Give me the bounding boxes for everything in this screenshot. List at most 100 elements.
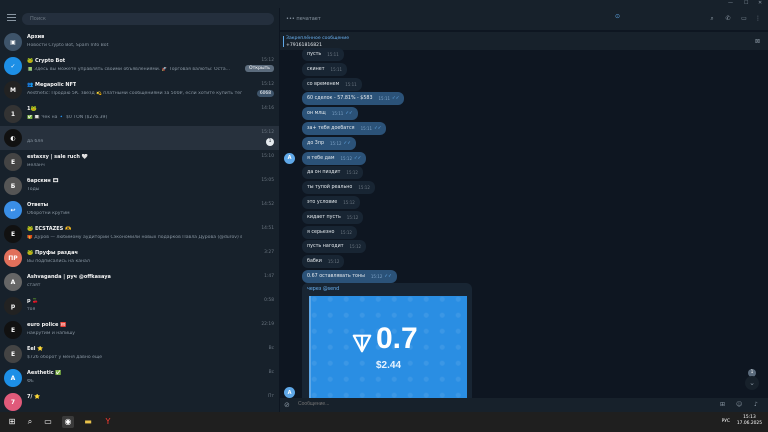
message-time: 15:12 xyxy=(349,244,362,250)
maximize-button[interactable]: ☐ xyxy=(744,0,748,6)
chat-time: 3:27 xyxy=(264,250,274,255)
message-bubble[interactable]: за+ тебя доебатся 15:11 ✓✓ xyxy=(302,122,387,135)
chat-avatar: ◐ xyxy=(4,129,22,147)
message-time: 15:11 xyxy=(331,111,344,117)
chat-list-item[interactable]: р р 🍒 тоя 0:58 xyxy=(0,294,279,318)
message-text: за+ тебя доебатся xyxy=(307,126,355,131)
chat-list-item[interactable]: Ббарскин 🎞 Тоды 15:05 xyxy=(0,174,279,198)
message-bubble[interactable]: кидает пусть 15:12 xyxy=(302,210,364,224)
chat-avatar: 7 xyxy=(4,393,22,411)
message-time: 15:12 xyxy=(370,274,383,279)
read-check-icon: ✓✓ xyxy=(392,96,400,102)
hamburger-menu-icon[interactable] xyxy=(7,14,16,22)
message-bubble[interactable]: я серьезно 15:12 xyxy=(302,225,357,239)
chat-time: 1:47 xyxy=(264,274,274,279)
message-bubble[interactable]: я тебе дам 15:12 ✓✓ xyxy=(302,151,367,165)
message-bubble[interactable]: до 3пр 15:12 ✓✓ xyxy=(302,136,356,150)
taskbar-clock[interactable]: 15:13 17.06.2025 xyxy=(737,415,762,427)
message-bubble[interactable]: 60 сделок - 57.81% - $583 15:11 ✓✓ xyxy=(302,92,405,106)
chat-name: 7/ ⭐ xyxy=(27,394,41,400)
sender-avatar[interactable]: A xyxy=(284,152,295,164)
windows-start-icon[interactable]: ⊞ xyxy=(6,416,18,428)
taskbar-search-icon[interactable]: ⌕ xyxy=(24,416,36,428)
sidebar-toggle-icon[interactable]: ▭ xyxy=(740,15,748,23)
chat-time: 15:12 xyxy=(261,58,274,63)
chat-avatar: 1 xyxy=(4,105,22,123)
check-image[interactable]: 0.7 $2.44 xyxy=(309,296,467,407)
message-bubble[interactable]: ты тупой реально 15:12 xyxy=(302,181,375,195)
search-input[interactable]: Поиск xyxy=(22,13,274,25)
chat-list-item[interactable]: ▣ Архив Новости Crypto Bot, Spam Info Bot xyxy=(0,30,279,54)
task-view-icon[interactable]: ▭ xyxy=(42,416,54,428)
chat-list-item[interactable]: 7 7/ ⭐ Пт xyxy=(0,390,279,412)
chat-avatar: ▣ xyxy=(4,33,22,51)
scroll-down-button[interactable]: ⌄ xyxy=(745,376,759,390)
gift-icon[interactable]: ⊞ xyxy=(720,401,725,408)
yandex-browser-icon[interactable]: Y xyxy=(102,416,114,428)
message-bubble[interactable]: да он пиздит 15:12 xyxy=(302,166,363,180)
chat-preview: Новости Crypto Bot, Spam Info Bot xyxy=(27,43,109,48)
chat-list-item[interactable]: Eestaxxy | sale ruch 🤍 меланч 15:10 xyxy=(0,150,279,174)
message-time: 15:12 xyxy=(340,229,352,235)
chat-time: 15:12 xyxy=(261,130,274,135)
message-time: 15:12 xyxy=(346,214,359,220)
message-bubble[interactable]: пусть 15:11 xyxy=(302,48,344,61)
message-text: бабки xyxy=(307,259,322,265)
message-bubble[interactable]: он млщ 15:11 ✓✓ xyxy=(302,107,358,121)
message-text: кидает пусть xyxy=(307,214,341,220)
message-bubble[interactable]: скинет 15:11 xyxy=(302,62,348,76)
message-time: 15:12 xyxy=(358,185,370,191)
message-text: он млщ xyxy=(307,111,326,117)
attach-icon[interactable]: ⊘ xyxy=(284,401,290,409)
clock-date: 17.06.2025 xyxy=(736,421,762,426)
chat-preview: Оборотни крутим xyxy=(27,211,70,216)
chat-preview: тоя xyxy=(27,307,36,312)
file-explorer-icon[interactable]: ▬ xyxy=(82,416,94,428)
crypto-check-card[interactable]: через @send 0.7 $2.44 xyxy=(302,283,472,407)
pinned-message[interactable]: Закреплённое сообщение +79161816821 ⊠ xyxy=(280,31,768,50)
chat-list-sidebar: Поиск ▣ Архив Новости Crypto Bot, Spam Inf… xyxy=(0,8,280,412)
language-indicator[interactable]: РУС xyxy=(722,419,730,424)
message-text: да он пиздит xyxy=(307,170,341,176)
message-bubble[interactable]: со временем 15:11 xyxy=(302,77,362,91)
chat-list-item[interactable]: M 👥 Megapolic NFT Aesthetic: Продаю 5К. зв… xyxy=(0,78,279,102)
sender-avatar[interactable]: A xyxy=(284,387,295,398)
read-check-icon: ✓✓ xyxy=(354,155,362,161)
chat-time: 14:51 xyxy=(261,226,274,231)
phone-icon[interactable]: ✆ xyxy=(724,15,732,23)
message-bubble[interactable]: пусть нагодит 15:12 xyxy=(302,240,367,254)
pinned-close-icon[interactable]: ⊠ xyxy=(755,38,760,45)
message-bubble[interactable]: это условие 15:12 xyxy=(302,196,360,209)
close-button[interactable]: ✕ xyxy=(758,0,762,6)
via-bot-label: через @send xyxy=(307,287,340,292)
chat-list-item[interactable]: E 🐸 ECSTAZES 🫶 🎁 Дуров — любимому аудитори… xyxy=(0,222,279,246)
chat-name: р 🍒 xyxy=(27,298,39,304)
chat-list-item[interactable]: ✓ 🐸 Crypto Bot 📗 Здесь вы можете управлять… xyxy=(0,54,279,78)
message-input[interactable] xyxy=(298,401,698,407)
chat-list-item[interactable]: A Aesthetic ✅ ФЕ Вс xyxy=(0,366,279,390)
message-text: пусть нагодит xyxy=(307,244,344,250)
chat-list-item[interactable]: ◐ да бля 15:12 1 xyxy=(0,126,279,150)
chat-name: Eel ⭐ xyxy=(27,346,44,352)
message-text: пусть xyxy=(307,52,322,57)
pinned-title: Закреплённое сообщение xyxy=(286,36,350,41)
search-icon[interactable]: ⌕ xyxy=(708,15,716,23)
chat-avatar: ↩ xyxy=(4,201,22,219)
open-bot-button[interactable]: Открыть xyxy=(245,65,274,72)
telegram-taskbar-icon[interactable]: ◉ xyxy=(62,416,74,428)
chat-list-item[interactable]: E Eel ⭐ $726 оборот у меня давно еще Вс xyxy=(0,342,279,366)
microphone-icon[interactable]: ♪ xyxy=(754,401,758,408)
chat-list-item[interactable]: Eeuro police 🆘 накрутим и напишу 22:19 xyxy=(0,318,279,342)
chat-list-item[interactable]: 1 1🐸 ✅ 🔲 Чек на 🔹 $0 TON ($276.39) 14:16 xyxy=(0,102,279,126)
message-bubble[interactable]: бабки 15:12 xyxy=(302,255,345,269)
message-text: это условие xyxy=(307,200,338,205)
chat-name: 🐸 Crypto Bot xyxy=(27,58,66,64)
chat-list-item[interactable]: ПР 🐸 Пруфы раздач Вы подписались на канал 3… xyxy=(0,246,279,270)
chat-list-item[interactable]: A Ashvaganda | руч @offkasaya стаят 1:47 xyxy=(0,270,279,294)
chat-list-item[interactable]: ↩ Ответы Оборотни крутим 14:52 xyxy=(0,198,279,222)
emoji-icon[interactable]: ☺ xyxy=(736,401,742,408)
more-options-icon[interactable]: ⋮ xyxy=(754,15,762,23)
chat-time: 15:05 xyxy=(261,178,274,183)
minimize-button[interactable]: — xyxy=(728,0,733,6)
message-bubble[interactable]: 0.67 оставлявать тоны 15:12 ✓✓ xyxy=(302,270,397,283)
